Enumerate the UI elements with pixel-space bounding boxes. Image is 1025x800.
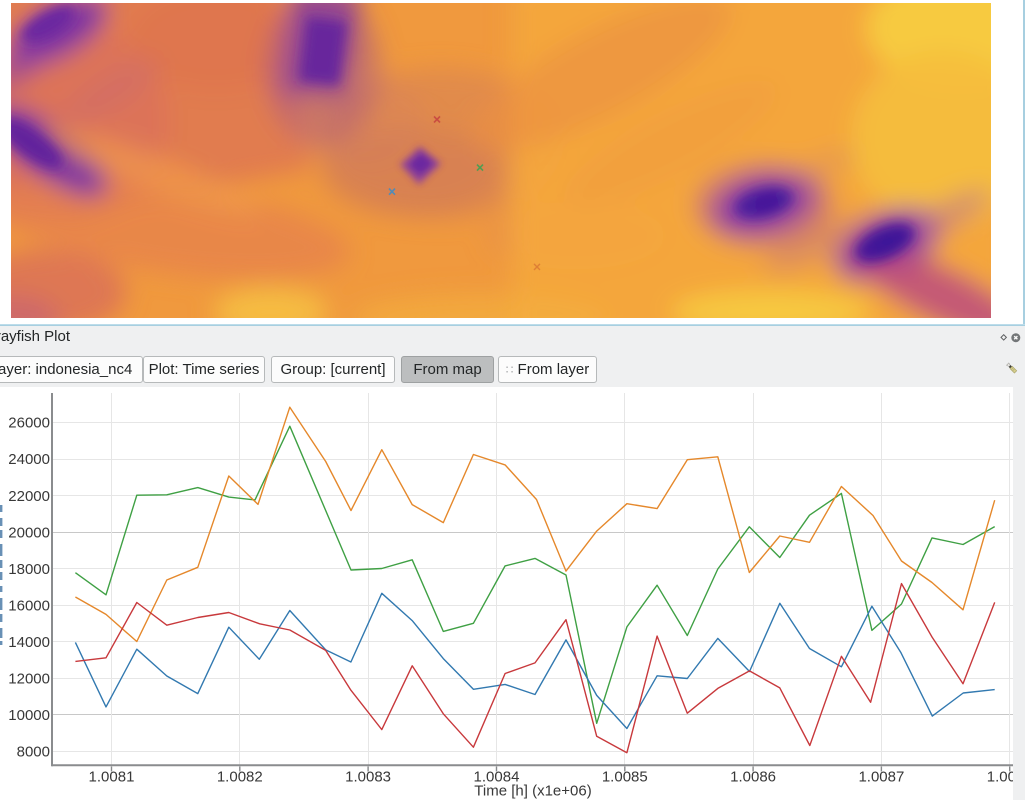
svg-text:8000: 8000 bbox=[17, 744, 50, 761]
svg-text:10000: 10000 bbox=[8, 707, 50, 724]
svg-text:1.0082: 1.0082 bbox=[217, 769, 263, 786]
svg-text:26000: 26000 bbox=[8, 415, 50, 432]
svg-text:1.0085: 1.0085 bbox=[602, 769, 648, 786]
svg-text:Time [h] (x1e+06): Time [h] (x1e+06) bbox=[474, 783, 591, 800]
svg-text:16000: 16000 bbox=[8, 597, 50, 614]
svg-text:20000: 20000 bbox=[8, 524, 50, 541]
svg-text:1.0081: 1.0081 bbox=[89, 769, 135, 786]
svg-text:1.0087: 1.0087 bbox=[858, 769, 904, 786]
svg-text:1.0088: 1.0088 bbox=[987, 769, 1013, 786]
svg-text:24000: 24000 bbox=[8, 451, 50, 468]
svg-text:12000: 12000 bbox=[8, 670, 50, 687]
svg-text:14000: 14000 bbox=[8, 634, 50, 651]
svg-text:22000: 22000 bbox=[8, 488, 50, 505]
svg-text:1.0086: 1.0086 bbox=[730, 769, 776, 786]
svg-text:1.0083: 1.0083 bbox=[345, 769, 391, 786]
svg-text:18000: 18000 bbox=[8, 561, 50, 578]
